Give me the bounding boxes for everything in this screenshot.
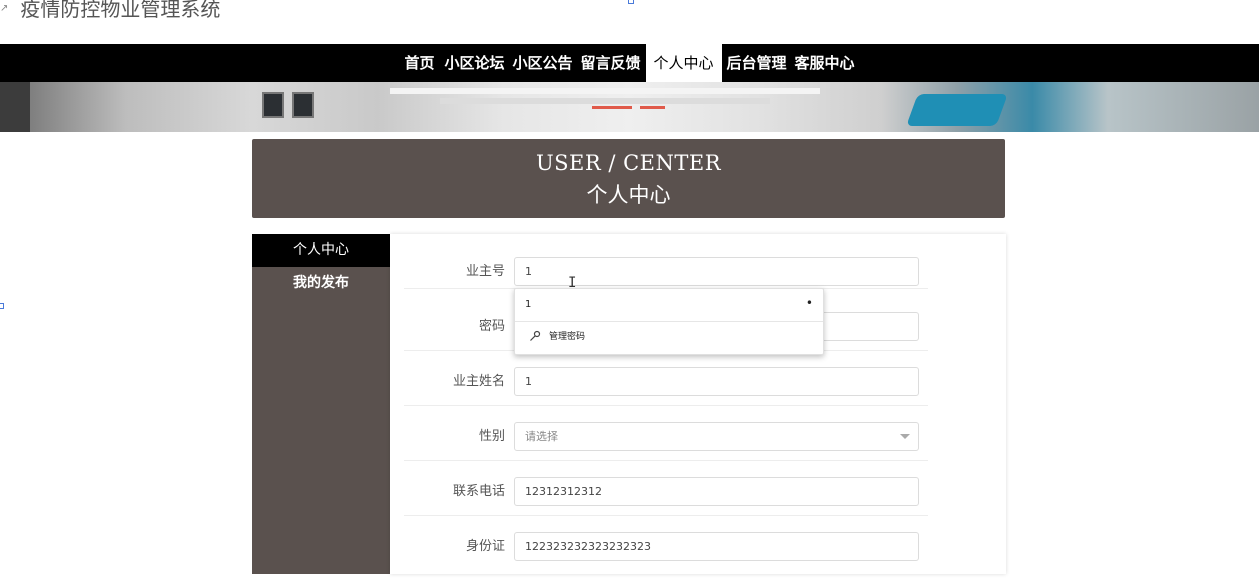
nav-item-admin[interactable]: 后台管理	[724, 44, 790, 82]
autofill-suggestion[interactable]: 1	[525, 299, 531, 310]
corner-mark-icon: ↗	[0, 3, 9, 14]
gender-label: 性别	[478, 429, 505, 444]
id-card-label: 身份证	[465, 539, 505, 554]
sidebar: 个人中心 我的发布	[252, 234, 390, 574]
sidebar-item-my-posts[interactable]: 我的发布	[252, 267, 390, 300]
form-row-owner-id: 业主号 1	[404, 234, 928, 289]
focus-marker-icon	[628, 0, 634, 4]
banner-image	[0, 82, 1259, 132]
gender-select[interactable]: 请选择	[514, 422, 919, 451]
id-card-input[interactable]: 122323232323232323	[514, 532, 919, 561]
autofill-divider	[515, 321, 823, 322]
manage-passwords-label: 管理密码	[549, 332, 586, 342]
page-header: USER / CENTER 个人中心	[252, 139, 1005, 218]
nav-item-home[interactable]: 首页	[401, 44, 437, 82]
form-row-phone: 联系电话 12312312312	[404, 461, 928, 516]
owner-name-label: 业主姓名	[452, 374, 505, 389]
nav-item-forum[interactable]: 小区论坛	[441, 44, 507, 82]
owner-name-input[interactable]: 1	[514, 367, 919, 396]
nav-item-user-center[interactable]: 个人中心	[645, 44, 722, 82]
nav-item-customer-service[interactable]: 客服中心	[792, 44, 858, 82]
form-row-id-card: 身份证 122323232323232323	[404, 516, 928, 570]
top-navigation: 首页 小区论坛 小区公告 留言反馈 个人中心 后台管理 客服中心	[0, 44, 1259, 82]
key-icon	[530, 330, 541, 341]
manage-passwords-button[interactable]: 管理密码	[529, 329, 585, 342]
form-row-owner-name: 业主姓名 1	[404, 351, 928, 406]
gender-select-value: 请选择	[525, 430, 558, 443]
site-title: ↗ 疫情防控物业管理系统	[0, 0, 220, 26]
nav-item-feedback[interactable]: 留言反馈	[577, 44, 643, 82]
header-title-en: USER / CENTER	[535, 151, 722, 175]
nav-item-announcement[interactable]: 小区公告	[509, 44, 575, 82]
form-row-gender: 性别 请选择	[404, 406, 928, 461]
header-title-cn: 个人中心	[586, 183, 671, 207]
profile-form: 业主号 1 密码 业主姓名 1 性别 请选择 联系电话 12312312312 …	[390, 234, 1006, 574]
autofill-password-dot: •	[805, 296, 813, 310]
phone-label: 联系电话	[452, 484, 505, 499]
autofill-dropdown: 1 • 管理密码	[514, 288, 824, 355]
site-title-text: 疫情防控物业管理系统	[20, 0, 221, 21]
focus-marker-icon	[0, 303, 4, 309]
chevron-down-icon	[900, 434, 910, 439]
sidebar-item-user-center[interactable]: 个人中心	[252, 234, 390, 267]
password-label: 密码	[478, 319, 505, 334]
phone-input[interactable]: 12312312312	[514, 477, 919, 506]
